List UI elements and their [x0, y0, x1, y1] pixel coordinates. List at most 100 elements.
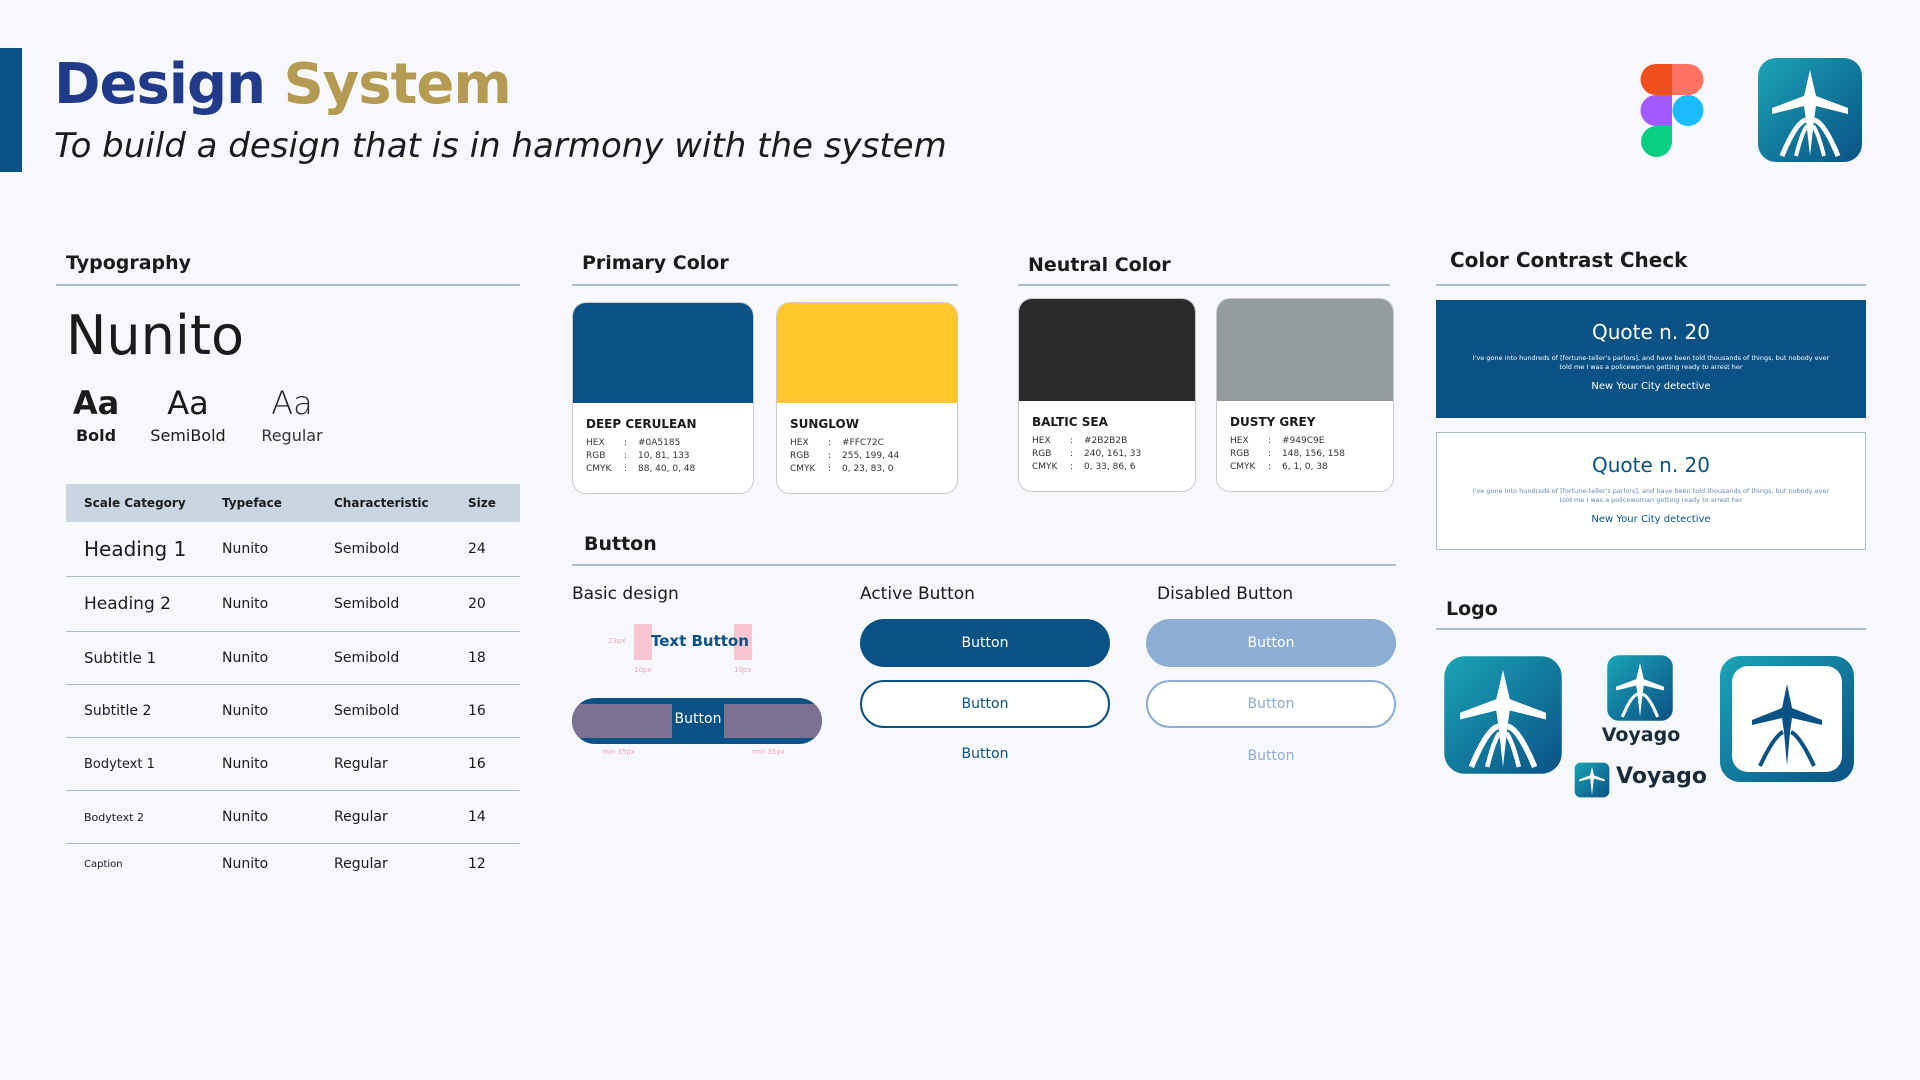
hex-key: HEX [586, 438, 605, 448]
rgb-value: 10, 81, 133 [638, 451, 690, 461]
rgb-key: RGB [1230, 449, 1250, 459]
cell-category: Subtitle 2 [84, 703, 152, 719]
hex-row: HEX: #FFC72C [790, 437, 957, 450]
spec-min-label: min 35px [602, 748, 635, 756]
column-header: Scale Category [84, 496, 186, 510]
quote-text: I've gone into hundreds of [fortune-tell… [1472, 354, 1830, 371]
title-word-design: Design [54, 52, 266, 117]
voyago-logo-icon-large [1444, 656, 1562, 774]
padding-overlay-left [572, 704, 672, 738]
cell-characteristic: Semibold [334, 541, 400, 557]
cmyk-row: CMYK:0, 23, 83, 0 [790, 463, 957, 476]
cmyk-row: CMYK:6, 1, 0, 38 [1230, 461, 1393, 474]
spec-height-label: 23px [608, 637, 626, 645]
rgb-key: RGB [790, 451, 810, 461]
color-name: DEEP CERULEAN [586, 417, 697, 431]
voyago-logo-icon-inline [1574, 762, 1610, 798]
type-sample-regular: Aa Regular [252, 384, 332, 445]
font-name: Nunito [66, 304, 245, 367]
quote-card-light: Quote n. 20 I've gone into hundreds of [… [1436, 432, 1866, 550]
cell-size: 14 [468, 809, 486, 825]
logo-section-title: Logo [1446, 598, 1498, 620]
hex-value: #FFC72C [842, 438, 884, 448]
color-swatch [1019, 299, 1195, 401]
page-subtitle: To build a design that is in harmony wit… [54, 126, 947, 166]
hex-value: #2B2B2B [1084, 436, 1128, 446]
hex-key: HEX [1230, 436, 1249, 446]
cell-size: 16 [468, 703, 486, 719]
cell-category: Subtitle 1 [84, 649, 157, 667]
cell-size: 24 [468, 541, 486, 557]
color-name: BALTIC SEA [1032, 415, 1108, 429]
column-header: Typeface [222, 496, 282, 510]
active-text-button[interactable]: Button [860, 746, 1110, 762]
header-accent-bar [0, 48, 22, 172]
table-row: Bodytext 1 Nunito Regular 16 [66, 738, 520, 791]
active-filled-button[interactable]: Button [860, 619, 1110, 667]
cell-characteristic: Semibold [334, 703, 400, 719]
cell-size: 12 [468, 856, 486, 872]
sample-glyph: Aa [72, 384, 120, 422]
disabled-button-title: Disabled Button [1157, 584, 1294, 604]
spec-padding-label: 10px [734, 666, 752, 674]
disabled-text-button: Button [1247, 748, 1295, 764]
column-header: Characteristic [334, 496, 429, 510]
hex-key: HEX [790, 438, 809, 448]
table-header: Scale Category Typeface Characteristic S… [66, 484, 520, 522]
cmyk-key: CMYK [1032, 462, 1058, 472]
cmyk-value: 88, 40, 0, 48 [638, 464, 696, 474]
table-row: Caption Nunito Regular 12 [66, 844, 520, 884]
cell-size: 16 [468, 756, 486, 772]
color-name: SUNGLOW [790, 417, 859, 431]
color-card-deep-cerulean: DEEP CERULEAN HEX: #0A5185 RGB:10, 81, 13… [572, 302, 754, 494]
color-swatch [777, 303, 957, 403]
logo-divider [1436, 628, 1866, 630]
text-button-sample[interactable]: Text Button [651, 632, 749, 650]
sep: : [624, 438, 628, 448]
contrast-divider [1436, 284, 1866, 286]
quote-text: I've gone into hundreds of [fortune-tell… [1472, 487, 1830, 504]
sep: : [828, 438, 832, 448]
table-row: Subtitle 1 Nunito Semibold 18 [66, 632, 520, 685]
page-title: Design System [54, 50, 512, 120]
type-sample-semibold: Aa SemiBold [146, 384, 230, 445]
color-swatch [573, 303, 753, 403]
color-card-baltic-sea: BALTIC SEA HEX: #2B2B2B RGB:240, 161, 33 … [1018, 298, 1196, 492]
rgb-row: RGB:255, 199, 44 [790, 450, 957, 463]
sep: : [828, 464, 832, 474]
table-row: Subtitle 2 Nunito Semibold 16 [66, 685, 520, 738]
column-header: Size [468, 496, 496, 510]
rgb-value: 240, 161, 33 [1084, 449, 1142, 459]
button-divider [572, 564, 1396, 566]
rgb-value: 148, 156, 158 [1282, 449, 1345, 459]
rgb-row: RGB:148, 156, 158 [1230, 448, 1393, 461]
active-button-title: Active Button [860, 584, 975, 604]
rgb-row: RGB:10, 81, 133 [586, 450, 753, 463]
cell-characteristic: Regular [334, 809, 388, 825]
quote-author: New Your City detective [1591, 514, 1711, 525]
cell-size: 18 [468, 650, 486, 666]
primary-color-title: Primary Color [582, 252, 729, 274]
sep: : [1268, 436, 1272, 446]
figma-logo-icon [1640, 64, 1704, 157]
quote-title: Quote n. 20 [1592, 453, 1710, 477]
table-row: Bodytext 2 Nunito Regular 14 [66, 791, 520, 844]
contrast-section-title: Color Contrast Check [1450, 248, 1688, 272]
hex-key: HEX [1032, 436, 1051, 446]
cell-category: Heading 2 [84, 594, 171, 614]
padding-overlay-right [724, 704, 822, 738]
rgb-row: RGB:240, 161, 33 [1032, 448, 1195, 461]
sample-label: SemiBold [150, 426, 226, 445]
hex-row: HEX: #2B2B2B [1032, 435, 1195, 448]
cmyk-value: 6, 1, 0, 38 [1282, 462, 1328, 472]
color-card-sunglow: SUNGLOW HEX: #FFC72C RGB:255, 199, 44 CMY… [776, 302, 958, 494]
quote-card-dark: Quote n. 20 I've gone into hundreds of [… [1436, 300, 1866, 418]
hex-value: #949C9E [1282, 436, 1325, 446]
sample-label: Bold [75, 426, 117, 445]
sep: : [1268, 462, 1272, 472]
active-outline-button[interactable]: Button [860, 680, 1110, 728]
basic-button-sample[interactable]: Button [572, 698, 822, 744]
primary-color-divider [572, 284, 958, 286]
sep: : [1070, 436, 1074, 446]
padding-marker-left [634, 624, 652, 660]
